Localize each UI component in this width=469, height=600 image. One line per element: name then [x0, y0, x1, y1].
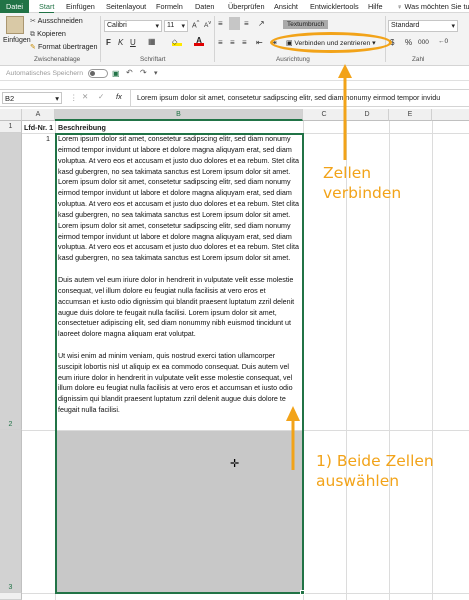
arrow-select-head: [286, 406, 300, 421]
annotation-select-line1: 1) Beide Zellen: [316, 452, 434, 470]
annotation-arrows: [286, 64, 352, 470]
annotation-merge-line1: Zellen: [323, 164, 372, 182]
annotation-merge-line2: verbinden: [323, 184, 402, 202]
arrow-merge-head: [338, 64, 352, 78]
annotation-merge: Zellen verbinden: [323, 163, 401, 203]
annotation-select: 1) Beide Zellen auswählen: [316, 451, 434, 491]
annotation-select-line2: auswählen: [316, 472, 400, 490]
